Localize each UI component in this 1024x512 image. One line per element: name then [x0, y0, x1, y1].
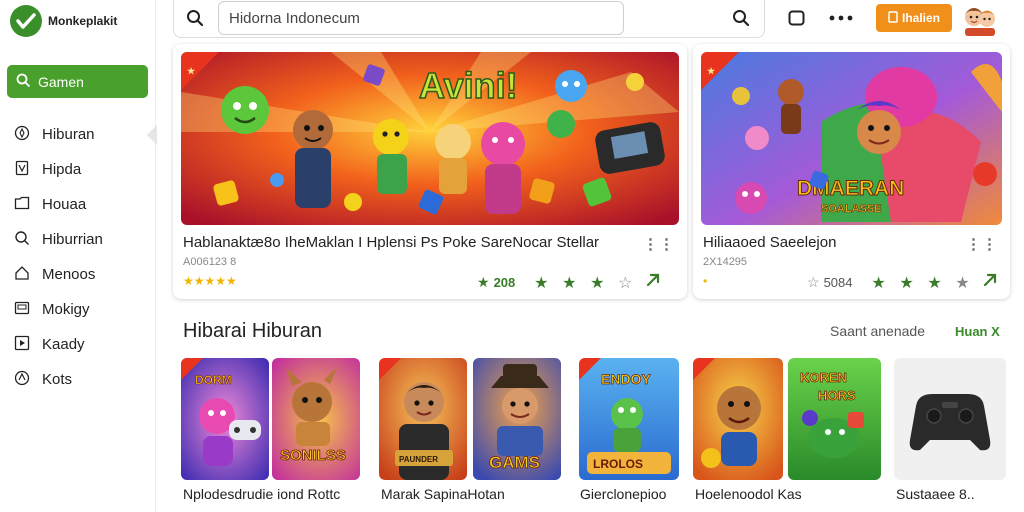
sidebar-item-menoos[interactable]: Menoos [0, 257, 156, 292]
featured-banner-image: ★ Avini! [181, 52, 679, 225]
tile-art-text: PAUNDER [399, 455, 438, 464]
tile-title[interactable]: Nplodesdrudie iond Rottc [183, 486, 340, 502]
game-tile[interactable] [693, 358, 783, 480]
search-icon [16, 73, 31, 91]
section-title: Hibarai Hiburan [183, 320, 322, 342]
location-icon [14, 370, 30, 390]
tile-art-text: LROLOS [593, 457, 643, 471]
svg-text:★: ★ [187, 66, 196, 76]
search-icon [14, 230, 30, 250]
svg-text:SOALASSE: SOALASSE [821, 203, 882, 215]
featured-card[interactable]: ★ Avini! Hablanaktæ8o IheMaklan I Hplens… [173, 44, 687, 299]
rating-star-3[interactable]: ★ [583, 273, 611, 293]
svg-text:★: ★ [707, 66, 716, 76]
more-icon[interactable] [828, 10, 854, 31]
compass-icon [14, 125, 30, 145]
search-submit-icon[interactable] [732, 9, 750, 32]
sidebar-item-label: Hipda [42, 161, 82, 178]
sidebar-item-label: Gamen [38, 73, 84, 90]
featured-title[interactable]: Hiliaaoed Saeelejon [703, 234, 836, 251]
sidebar-nav: Hiburan Hipda Houaa Hiburrian Menoos Mok… [0, 117, 156, 397]
avatar[interactable] [962, 2, 998, 36]
search-bar [173, 0, 765, 38]
tile-art-text: SONILSS [280, 447, 346, 464]
home-icon [14, 265, 30, 285]
arrow-up-right-icon[interactable] [645, 272, 661, 293]
tile-title[interactable]: Gierclonepioo [580, 486, 666, 502]
sidebar-item-kots[interactable]: Kots [0, 362, 156, 397]
game-tile[interactable]: ENDOY LROLOS [579, 358, 679, 480]
sidebar-item-label: Mokigy [42, 301, 90, 318]
star-icon: ★ [477, 274, 490, 290]
rating-star-4[interactable]: ☆ [611, 273, 639, 293]
more-options-icon[interactable]: ⋮⋮ [643, 235, 675, 253]
sidebar: Monkeplakit Gamen Hiburan Hipda Houaa Hi… [0, 0, 157, 512]
rating-row: ★ 208 ★ ★ ★ ☆ [477, 272, 661, 293]
see-more-link[interactable]: Huan X [955, 324, 1000, 339]
sidebar-item-gamen[interactable]: Gamen [7, 65, 148, 98]
featured-subtitle: 2X14295 [703, 256, 748, 268]
document-icon [888, 10, 898, 26]
sidebar-item-label: Hiburrian [42, 231, 103, 248]
featured-banner-image: ★ DMAERAN SOALASSE [701, 52, 1002, 225]
game-tile[interactable]: GAMS [473, 358, 561, 480]
gold-star-rating: ★★★★★ [183, 274, 237, 288]
sidebar-item-label: Kaady [42, 336, 85, 353]
window-icon[interactable] [788, 10, 805, 31]
sidebar-item-houaa[interactable]: Houaa [0, 187, 156, 222]
arrow-up-right-icon[interactable] [982, 272, 998, 293]
rating-star-4[interactable]: ★ [948, 273, 976, 293]
sidebar-item-mokigy[interactable]: Mokigy [0, 292, 156, 327]
game-tile[interactable]: KOREN HORS [788, 358, 881, 480]
brand-name: Monkeplakit [48, 14, 118, 28]
featured-subtitle: A006123 8 [183, 256, 237, 268]
game-tile[interactable]: PAUNDER [379, 358, 467, 480]
play-icon [14, 335, 30, 355]
featured-banner-text: Avini! [419, 65, 518, 106]
star-icon: ☆ [807, 274, 820, 290]
tile-title[interactable]: Hoelenoodol Kas [695, 486, 802, 502]
sidebar-item-hiburrian[interactable]: Hiburrian [0, 222, 156, 257]
rating-row: ☆ 5084 ★ ★ ★ ★ [807, 272, 998, 293]
featured-title[interactable]: Hablanaktæ8o IheMaklan I Hplensi Ps Poke… [183, 234, 599, 251]
rating-star-2[interactable]: ★ [892, 273, 920, 293]
rating-count: 208 [493, 275, 516, 290]
tile-art-text: KOREN [800, 370, 847, 385]
folder-icon [14, 195, 30, 215]
document-icon [14, 160, 30, 180]
game-tile[interactable] [894, 358, 1006, 480]
sidebar-item-label: Houaa [42, 196, 87, 213]
featured-card[interactable]: ★ DMAERAN SOALASSE Hiliaaoed Saeelejon 2… [693, 44, 1010, 299]
sidebar-item-label: Kots [42, 371, 73, 388]
cta-label: Ihalien [901, 11, 940, 25]
sidebar-item-label: Hiburan [42, 126, 95, 143]
game-tile[interactable]: DORM [181, 358, 269, 480]
sidebar-item-hiburan[interactable]: Hiburan [0, 117, 156, 152]
gold-star-rating: • [703, 274, 708, 288]
tile-art-text: ENDOY [601, 371, 651, 387]
cta-button[interactable]: Ihalien [876, 4, 952, 32]
rating-star-3[interactable]: ★ [920, 273, 948, 293]
tile-art-text: DORM [195, 373, 232, 387]
brand[interactable]: Monkeplakit [10, 4, 117, 38]
tile-art-text: GAMS [489, 453, 540, 472]
tablet-icon [14, 300, 30, 320]
rating-star-1[interactable]: ★ [864, 273, 892, 293]
search-input[interactable] [218, 1, 624, 35]
search-icon[interactable] [186, 9, 204, 32]
game-tile[interactable]: SONILSS [272, 358, 360, 480]
sidebar-item-label: Menoos [42, 266, 96, 283]
rating-star-1[interactable]: ★ [527, 273, 555, 293]
more-options-icon[interactable]: ⋮⋮ [966, 235, 998, 253]
logo-icon [10, 5, 42, 37]
sidebar-item-kaady[interactable]: Kaady [0, 327, 156, 362]
rating-count: 5084 [823, 275, 853, 290]
section-link[interactable]: Saant anenade [830, 323, 925, 339]
tile-title[interactable]: Marak SapinaHotan [381, 486, 505, 502]
tile-title[interactable]: Sustaaee 8.. [896, 486, 975, 502]
tile-art-text: HORS [818, 388, 856, 403]
sidebar-item-hipda[interactable]: Hipda [0, 152, 156, 187]
rating-star-2[interactable]: ★ [555, 273, 583, 293]
